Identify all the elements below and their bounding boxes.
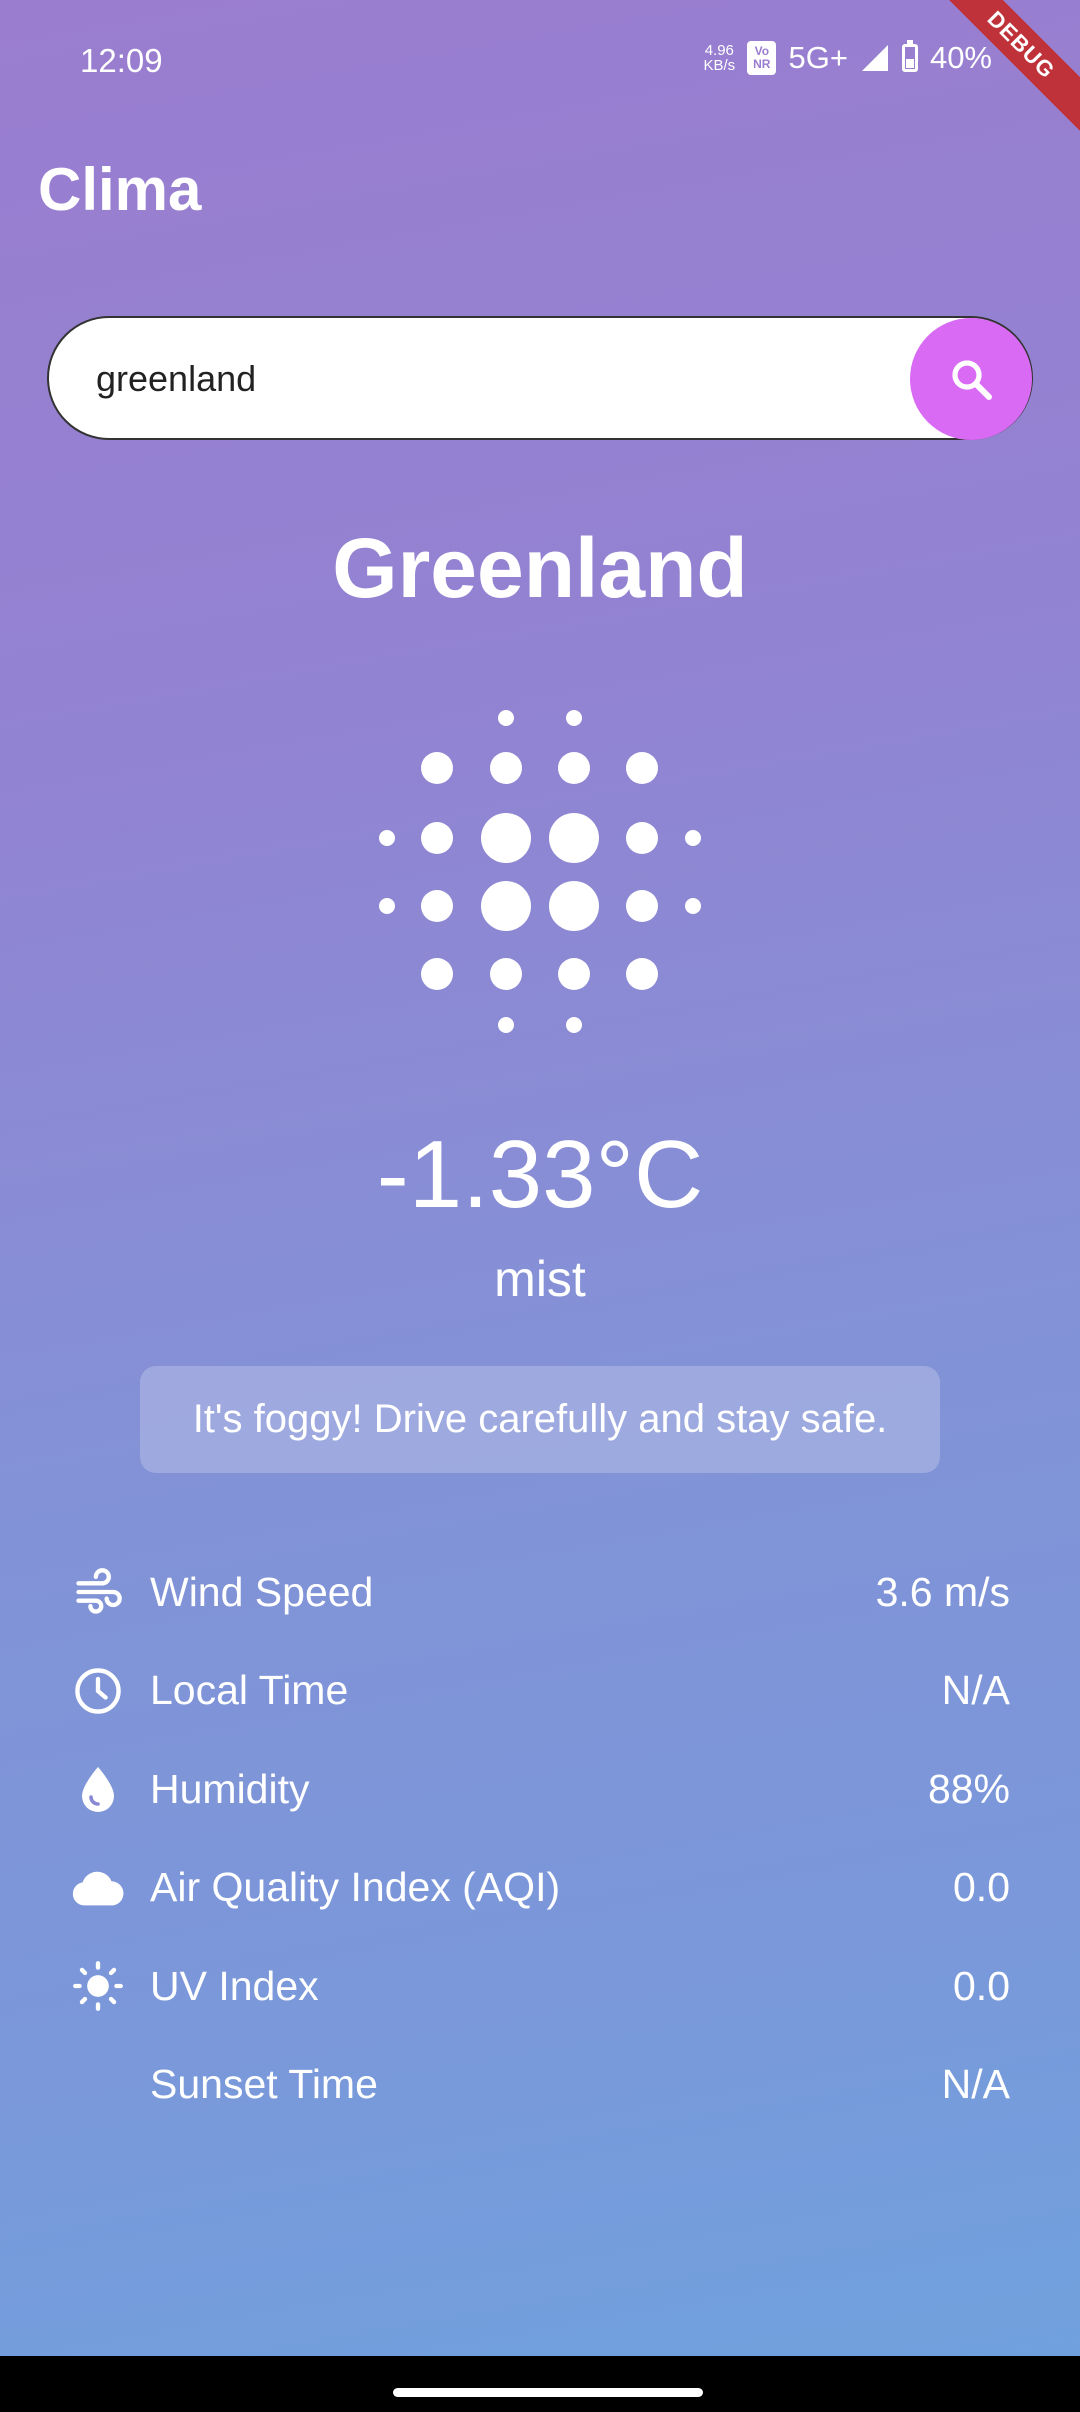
wind-icon	[70, 1564, 126, 1620]
stat-label: Sunset Time	[150, 2061, 378, 2108]
stat-row-humidity: Humidity 88%	[70, 1740, 1010, 1839]
debug-ribbon: DEBUG	[940, 0, 1080, 140]
search-input[interactable]	[94, 348, 878, 410]
stat-label: Humidity	[150, 1765, 310, 1812]
volte-bottom: NR	[753, 57, 771, 71]
mist-dots-icon	[379, 710, 701, 1033]
app-title: Clima	[38, 156, 202, 223]
network-speed-unit: KB/s	[703, 57, 736, 74]
stat-value: N/A	[941, 2061, 1010, 2108]
city-name: Greenland	[332, 521, 748, 615]
battery-fill	[905, 59, 914, 68]
stat-label: Air Quality Index (AQI)	[150, 1864, 561, 1911]
temperature: -1.33°C	[376, 1121, 704, 1228]
stat-row-local-time: Local Time N/A	[70, 1642, 1010, 1741]
status-bar: 12:09 4.96 KB/s Vo NR 5G+ 40%	[0, 0, 1080, 125]
stat-row-wind-speed: Wind Speed 3.6 m/s	[70, 1543, 1010, 1642]
stat-value: 0.0	[953, 1864, 1010, 1911]
search-box[interactable]	[47, 316, 1033, 440]
navigation-bar	[0, 2356, 1080, 2412]
stat-label: Local Time	[150, 1667, 349, 1714]
network-speed: 4.96 KB/s	[703, 43, 735, 73]
battery-icon	[901, 40, 918, 72]
search-icon	[952, 360, 992, 400]
debug-label: DEBUG	[940, 0, 1080, 140]
stat-value: 88%	[927, 1765, 1010, 1812]
cloud-icon	[70, 1860, 126, 1916]
stat-row-aqi: Air Quality Index (AQI) 0.0	[70, 1839, 1010, 1938]
volte-icon: Vo NR	[747, 41, 777, 75]
stat-value: N/A	[941, 1667, 1010, 1714]
clock-icon	[70, 1663, 126, 1719]
advice-card: It's foggy! Drive carefully and stay saf…	[140, 1366, 940, 1473]
sun-icon	[70, 1958, 126, 2014]
weather-description: mist	[494, 1251, 586, 1307]
stat-label: UV Index	[150, 1962, 319, 2009]
network-type: 5G+	[788, 40, 848, 75]
stat-label: Wind Speed	[150, 1568, 374, 1615]
advice-text: It's foggy! Drive carefully and stay saf…	[192, 1397, 888, 1441]
search-button[interactable]	[910, 318, 1032, 440]
water-drop-icon	[70, 1761, 126, 1817]
stat-row-sunset-time: Sunset Time N/A	[70, 2036, 1010, 2135]
network-speed-value: 4.96	[704, 42, 734, 59]
status-time: 12:09	[80, 42, 163, 79]
stat-value: 3.6 m/s	[875, 1568, 1010, 1615]
stat-row-uv-index: UV Index 0.0	[70, 1937, 1010, 2036]
stats-list: Wind Speed 3.6 m/s Local Time N/A Humidi…	[70, 1543, 1010, 2134]
moon-icon	[70, 2057, 126, 2113]
stat-value: 0.0	[953, 1962, 1010, 2009]
home-gesture-handle[interactable]	[393, 2388, 703, 2397]
signal-icon	[861, 45, 888, 71]
